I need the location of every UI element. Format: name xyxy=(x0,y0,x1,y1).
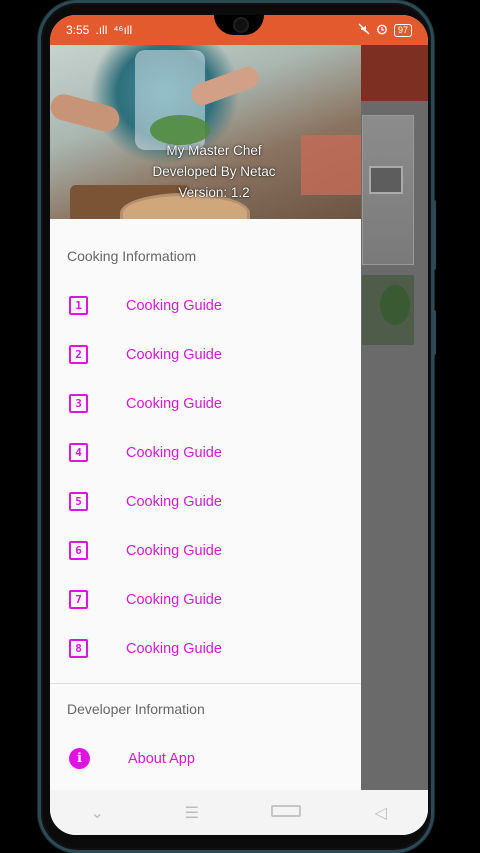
section-title-developer: Developer Information xyxy=(67,701,205,717)
menu-item-cooking-guide-3[interactable]: 3 Cooking Guide xyxy=(50,379,361,428)
status-time: 3:55 xyxy=(66,23,90,37)
background-toolbar xyxy=(361,45,428,101)
system-nav-bar: ⌄ ☰ ◁ xyxy=(50,790,428,835)
menu-item-label: Cooking Guide xyxy=(126,542,222,559)
mute-icon xyxy=(358,23,370,38)
number-5-icon: 5 xyxy=(69,492,88,511)
menu-item-cooking-guide-1[interactable]: 1 Cooking Guide xyxy=(50,281,361,330)
battery-icon: 97 xyxy=(393,23,412,37)
navigation-drawer: My Master Chef Developed By Netac Versio… xyxy=(50,45,361,790)
menu-item-label: Cooking Guide xyxy=(126,493,222,510)
menu-item-cooking-guide-8[interactable]: 8 Cooking Guide xyxy=(50,624,361,673)
number-6-icon: 6 xyxy=(69,541,88,560)
phone-screen: 3:55 .ıll ⁴⁶ıll 97 My Master Chef Develo… xyxy=(50,15,428,835)
signal-4g-icon: ⁴⁶ıll xyxy=(113,23,133,37)
menu-item-label: Cooking Guide xyxy=(126,444,222,461)
menu-item-cooking-guide-2[interactable]: 2 Cooking Guide xyxy=(50,330,361,379)
app-name: My Master Chef xyxy=(166,143,262,158)
number-8-icon: 8 xyxy=(69,639,88,658)
app-title-block: My Master Chef Developed By Netac Versio… xyxy=(134,140,294,203)
menu-item-label: Cooking Guide xyxy=(126,395,222,412)
nav-home-button[interactable] xyxy=(271,804,302,822)
nav-hide-icon[interactable]: ⌄ xyxy=(82,803,112,823)
menu-item-cooking-guide-5[interactable]: 5 Cooking Guide xyxy=(50,477,361,526)
menu-item-cooking-guide-7[interactable]: 7 Cooking Guide xyxy=(50,575,361,624)
number-7-icon: 7 xyxy=(69,590,88,609)
menu-item-cooking-guide-4[interactable]: 4 Cooking Guide xyxy=(50,428,361,477)
background-image-tile xyxy=(362,115,414,265)
menu-item-cooking-guide-6[interactable]: 6 Cooking Guide xyxy=(50,526,361,575)
number-4-icon: 4 xyxy=(69,443,88,462)
app-version: Version: 1.2 xyxy=(178,185,250,200)
developer-credit: Developed By Netac xyxy=(152,164,276,179)
alarm-icon xyxy=(376,23,388,38)
menu-item-label: About App xyxy=(128,750,195,767)
section-divider xyxy=(50,683,361,684)
menu-item-label: Cooking Guide xyxy=(126,297,222,314)
number-3-icon: 3 xyxy=(69,394,88,413)
signal-icon: .ıll xyxy=(95,23,108,37)
section-title-cooking: Cooking Informatiom xyxy=(67,248,197,264)
menu-item-label: Cooking Guide xyxy=(126,591,222,608)
volume-button xyxy=(432,200,436,270)
number-1-icon: 1 xyxy=(69,296,88,315)
cooking-menu-list: 1 Cooking Guide 2 Cooking Guide 3 Cookin… xyxy=(50,281,361,673)
power-button xyxy=(432,310,436,355)
number-2-icon: 2 xyxy=(69,345,88,364)
nav-back-icon[interactable]: ◁ xyxy=(366,803,396,823)
menu-item-about-app[interactable]: i About App xyxy=(50,734,361,783)
drawer-header: My Master Chef Developed By Netac Versio… xyxy=(50,45,361,219)
menu-item-label: Cooking Guide xyxy=(126,346,222,363)
background-image-tile xyxy=(362,275,414,345)
menu-item-label: Cooking Guide xyxy=(126,640,222,657)
info-icon: i xyxy=(69,748,90,769)
square-icon xyxy=(271,804,302,817)
nav-recents-icon[interactable]: ☰ xyxy=(177,803,207,823)
